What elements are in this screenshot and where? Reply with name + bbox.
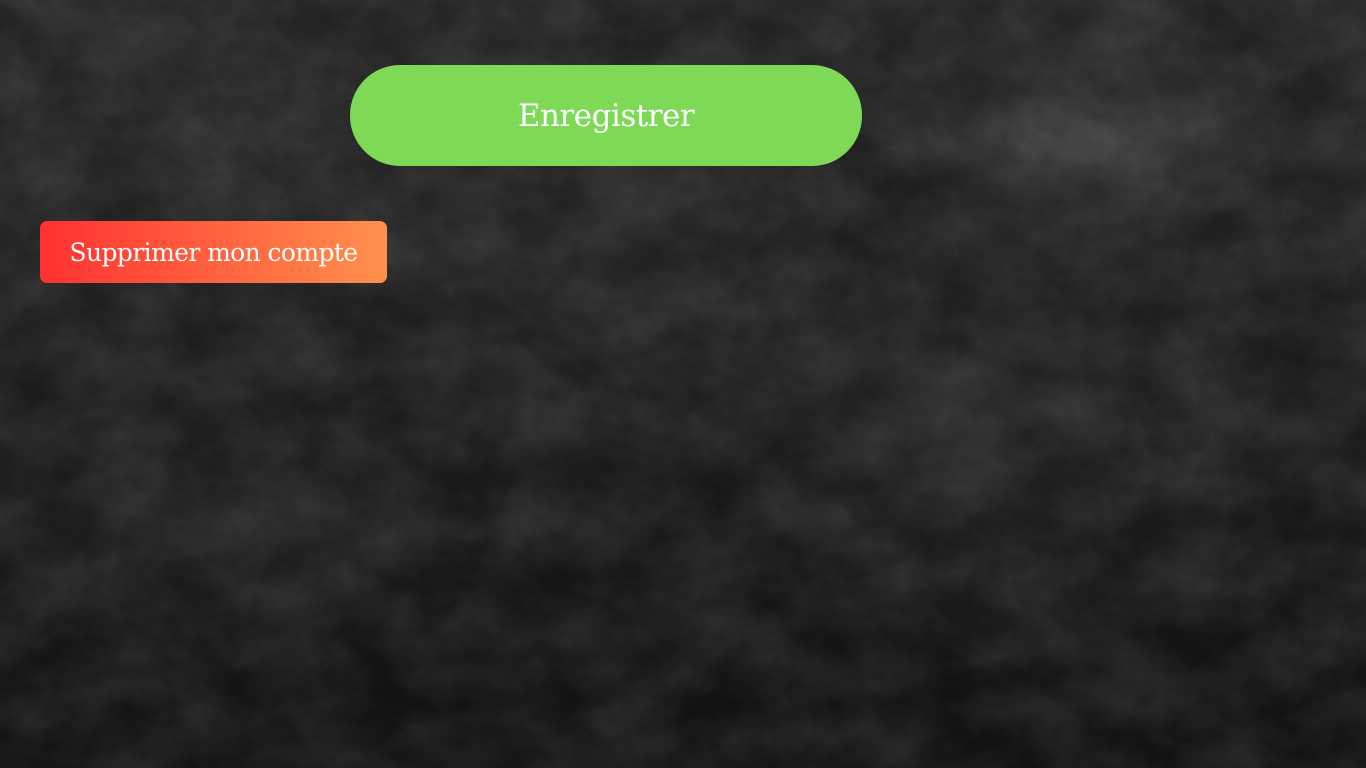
save-button[interactable]: Enregistrer [350, 65, 862, 166]
delete-account-button[interactable]: Supprimer mon compte [40, 221, 387, 283]
